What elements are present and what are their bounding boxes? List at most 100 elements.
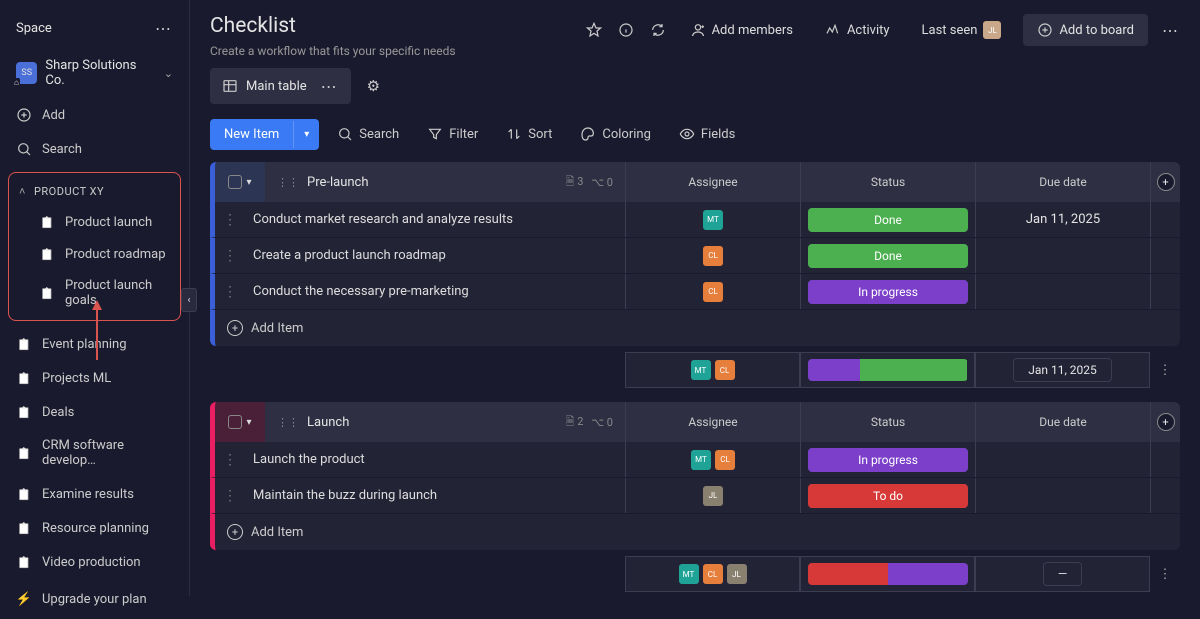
due-date-cell[interactable] — [975, 478, 1150, 513]
sort-button[interactable]: Sort — [496, 118, 562, 150]
table-row[interactable]: ⋮Conduct market research and analyze res… — [210, 202, 1180, 238]
drag-icon[interactable]: ⋮⋮ — [277, 416, 299, 429]
sidebar-item[interactable]: Projects ML — [0, 361, 189, 395]
assignee-cell[interactable]: CL — [625, 274, 800, 309]
row-name[interactable]: Conduct the necessary pre-marketing — [245, 284, 625, 299]
row-menu-icon[interactable]: ⋮ — [215, 284, 245, 300]
sidebar-item[interactable]: Resource planning — [0, 511, 189, 545]
row-menu-icon[interactable]: ⋮ — [215, 212, 245, 228]
row-name[interactable]: Launch the product — [245, 452, 625, 467]
add-button[interactable]: Add — [0, 98, 189, 132]
row-menu-icon[interactable]: ⋮ — [215, 452, 245, 468]
table-row[interactable]: ⋮Maintain the buzz during launch JL To do — [210, 478, 1180, 514]
group-checkbox[interactable] — [228, 175, 242, 189]
last-seen[interactable]: Last seenJL — [912, 15, 1012, 45]
coloring-button[interactable]: Coloring — [570, 118, 661, 150]
group-expand-icon[interactable]: ▾ — [246, 417, 251, 428]
sidebar-item[interactable]: Video production — [0, 545, 189, 579]
summary-status — [800, 352, 975, 388]
add-members-button[interactable]: Add members — [680, 16, 803, 44]
summary-menu-icon[interactable]: ⋮ — [1150, 363, 1180, 378]
summary-due: — — [975, 556, 1150, 592]
assignee-cell[interactable]: MT — [625, 202, 800, 237]
sidebar-item[interactable]: Examine results — [0, 477, 189, 511]
row-name[interactable]: Maintain the buzz during launch — [245, 488, 625, 503]
assignee-avatar[interactable]: MT — [703, 210, 723, 230]
group-name[interactable]: Pre-launch — [307, 175, 369, 190]
company-selector[interactable]: SS Sharp Solutions Co. ⌄ — [0, 48, 189, 98]
assignee-avatar[interactable]: JL — [703, 486, 723, 506]
column-header[interactable]: Assignee — [625, 162, 800, 202]
assignee-avatar[interactable]: MT — [691, 450, 711, 470]
new-item-button[interactable]: New Item ▾ — [210, 119, 319, 150]
assignee-cell[interactable]: JL — [625, 478, 800, 513]
refresh-icon[interactable] — [648, 20, 668, 40]
row-name[interactable]: Conduct market research and analyze resu… — [245, 212, 625, 227]
search-icon — [16, 141, 32, 157]
column-header[interactable]: Assignee — [625, 402, 800, 442]
assignee-cell[interactable]: MTCL — [625, 442, 800, 477]
upgrade-button[interactable]: ⚡ Upgrade your plan — [0, 579, 189, 619]
row-menu-icon[interactable]: ⋮ — [215, 248, 245, 264]
summary-due: Jan 11, 2025 — [975, 352, 1150, 388]
column-header[interactable]: Due date — [975, 402, 1150, 442]
assignee-cell[interactable]: CL — [625, 238, 800, 273]
star-icon[interactable] — [584, 20, 604, 40]
add-to-board-button[interactable]: Add to board — [1023, 14, 1148, 46]
clipboard-icon — [39, 214, 55, 230]
sidebar-item[interactable]: Deals — [0, 395, 189, 429]
add-column-button[interactable]: + — [1150, 402, 1180, 442]
due-date-cell[interactable] — [975, 274, 1150, 309]
due-date-cell[interactable]: Jan 11, 2025 — [975, 202, 1150, 237]
assignee-avatar[interactable]: CL — [703, 246, 723, 266]
summary-avatar: JL — [727, 564, 747, 584]
drag-icon[interactable]: ⋮⋮ — [277, 176, 299, 189]
new-item-dropdown[interactable]: ▾ — [293, 121, 319, 148]
status-cell[interactable]: In progress — [800, 442, 975, 477]
group-name[interactable]: Launch — [307, 415, 349, 430]
view-menu-icon[interactable] — [319, 76, 339, 96]
annotation-arrow-line — [96, 310, 98, 360]
status-cell[interactable]: Done — [800, 202, 975, 237]
highlighted-folder: ˄ PRODUCT XY Product launchProduct roadm… — [8, 172, 181, 321]
table-row[interactable]: ⋮Launch the productMTCLIn progress — [210, 442, 1180, 478]
status-cell[interactable]: In progress — [800, 274, 975, 309]
table-row[interactable]: ⋮Conduct the necessary pre-marketing CL In… — [210, 274, 1180, 310]
fields-button[interactable]: Fields — [669, 118, 745, 150]
add-item-button[interactable]: +Add Item — [210, 514, 1180, 550]
due-date-cell[interactable] — [975, 238, 1150, 273]
plus-icon: + — [227, 320, 243, 336]
sidebar-item[interactable]: CRM software develop… — [0, 429, 189, 477]
sidebar-item[interactable]: Event planning — [0, 327, 189, 361]
header-menu-icon[interactable] — [1160, 20, 1180, 40]
activity-button[interactable]: Activity — [815, 16, 900, 44]
settings-icon[interactable]: ⚙ — [367, 77, 380, 95]
info-icon[interactable] — [616, 20, 636, 40]
assignee-avatar[interactable]: CL — [703, 282, 723, 302]
folder-header[interactable]: ˄ PRODUCT XY — [9, 177, 180, 206]
group-expand-icon[interactable]: ▾ — [246, 177, 251, 188]
search-button[interactable]: Search — [0, 132, 189, 166]
column-header[interactable]: Due date — [975, 162, 1150, 202]
folder-item[interactable]: Product roadmap — [9, 238, 180, 270]
filter-button[interactable]: Filter — [417, 118, 488, 150]
view-tab-main-table[interactable]: Main table — [210, 68, 351, 104]
status-cell[interactable]: To do — [800, 478, 975, 513]
row-name[interactable]: Create a product launch roadmap — [245, 248, 625, 263]
status-cell[interactable]: Done — [800, 238, 975, 273]
search-toolbar-button[interactable]: Search — [327, 118, 409, 150]
sidebar-menu-icon[interactable] — [153, 18, 173, 38]
folder-item[interactable]: Product launch — [9, 206, 180, 238]
add-column-button[interactable]: + — [1150, 162, 1180, 202]
add-item-button[interactable]: +Add Item — [210, 310, 1180, 346]
collapse-sidebar-button[interactable]: ‹ — [181, 288, 197, 312]
summary-menu-icon[interactable]: ⋮ — [1150, 567, 1180, 582]
group-checkbox[interactable] — [228, 415, 242, 429]
due-date-cell[interactable] — [975, 442, 1150, 477]
group-header: ▾⋮⋮Launch🗎 2⌥ 0AssigneeStatusDue date+ — [210, 402, 1180, 442]
row-menu-icon[interactable]: ⋮ — [215, 488, 245, 504]
column-header[interactable]: Status — [800, 402, 975, 442]
column-header[interactable]: Status — [800, 162, 975, 202]
table-row[interactable]: ⋮Create a product launch roadmap CL Done — [210, 238, 1180, 274]
assignee-avatar[interactable]: CL — [715, 450, 735, 470]
